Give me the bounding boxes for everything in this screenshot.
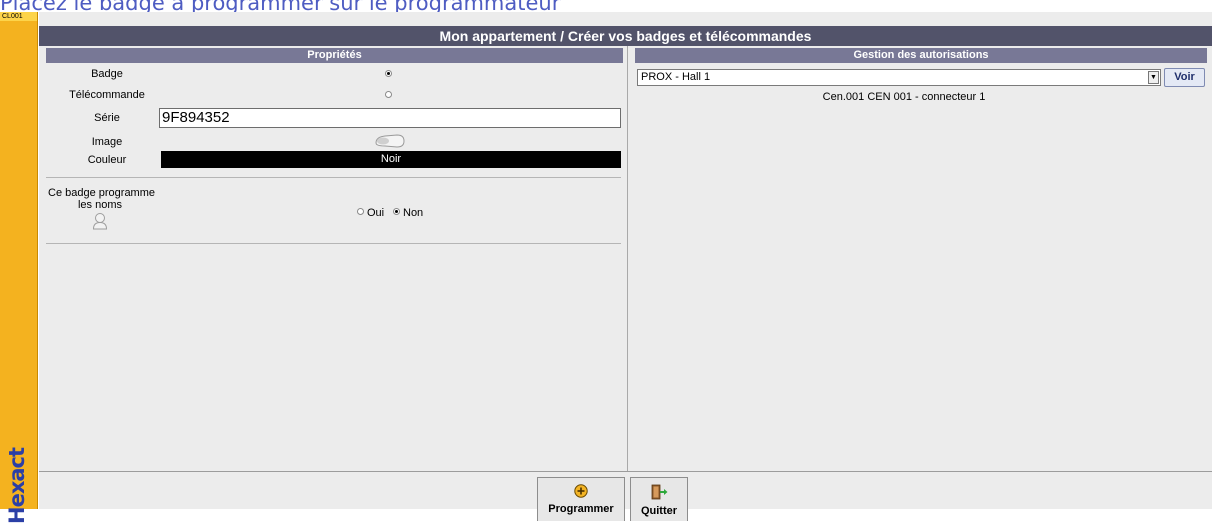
chevron-down-icon[interactable]: ▼ xyxy=(1148,71,1159,84)
non-label: Non xyxy=(403,207,424,219)
footer-divider xyxy=(39,471,1212,472)
serie-input[interactable]: 9F894352 xyxy=(159,108,621,128)
screen-code: CL001 xyxy=(0,12,37,21)
brand-logo: Hexact xyxy=(5,447,29,524)
programmer-button[interactable]: Programmer xyxy=(537,477,625,521)
column-separator xyxy=(627,46,628,471)
autorisation-select[interactable]: PROX - Hall 1 ▼ xyxy=(637,69,1161,86)
badge-label: Badge xyxy=(91,68,123,80)
couleur-label: Couleur xyxy=(87,154,127,166)
divider xyxy=(46,243,621,244)
oui-label: Oui xyxy=(367,207,385,219)
noms-label-line1: Ce badge programme xyxy=(48,187,156,199)
divider xyxy=(46,177,621,178)
page-title: Mon appartement / Créer vos badges et té… xyxy=(39,26,1212,46)
autorisation-select-value: PROX - Hall 1 xyxy=(641,71,711,83)
proprietes-header: Propriétés xyxy=(46,48,623,63)
plus-circle-icon xyxy=(538,484,624,501)
user-icon xyxy=(92,212,108,230)
oui-radio[interactable] xyxy=(357,208,364,215)
main-window: Mon appartement / Créer vos badges et té… xyxy=(39,12,1212,521)
autorisations-header: Gestion des autorisations xyxy=(635,48,1207,63)
sidebar: CL001 Hexact xyxy=(0,12,38,524)
quitter-button[interactable]: Quitter xyxy=(630,477,688,521)
autorisation-detail: Cen.001 CEN 001 - connecteur 1 xyxy=(822,91,986,103)
exit-door-icon xyxy=(631,484,687,503)
non-radio[interactable] xyxy=(393,208,400,215)
image-label: Image xyxy=(91,136,123,148)
badge-radio[interactable] xyxy=(385,70,392,77)
badge-fob-icon xyxy=(373,133,405,149)
noms-label-line2: les noms xyxy=(77,199,123,211)
telecommande-label: Télécommande xyxy=(69,89,145,101)
couleur-value[interactable]: Noir xyxy=(161,151,621,168)
telecommande-radio[interactable] xyxy=(385,91,392,98)
serie-label: Série xyxy=(94,112,120,124)
programmer-label: Programmer xyxy=(548,503,614,515)
quitter-label: Quitter xyxy=(640,505,678,517)
voir-button[interactable]: Voir xyxy=(1164,68,1205,87)
